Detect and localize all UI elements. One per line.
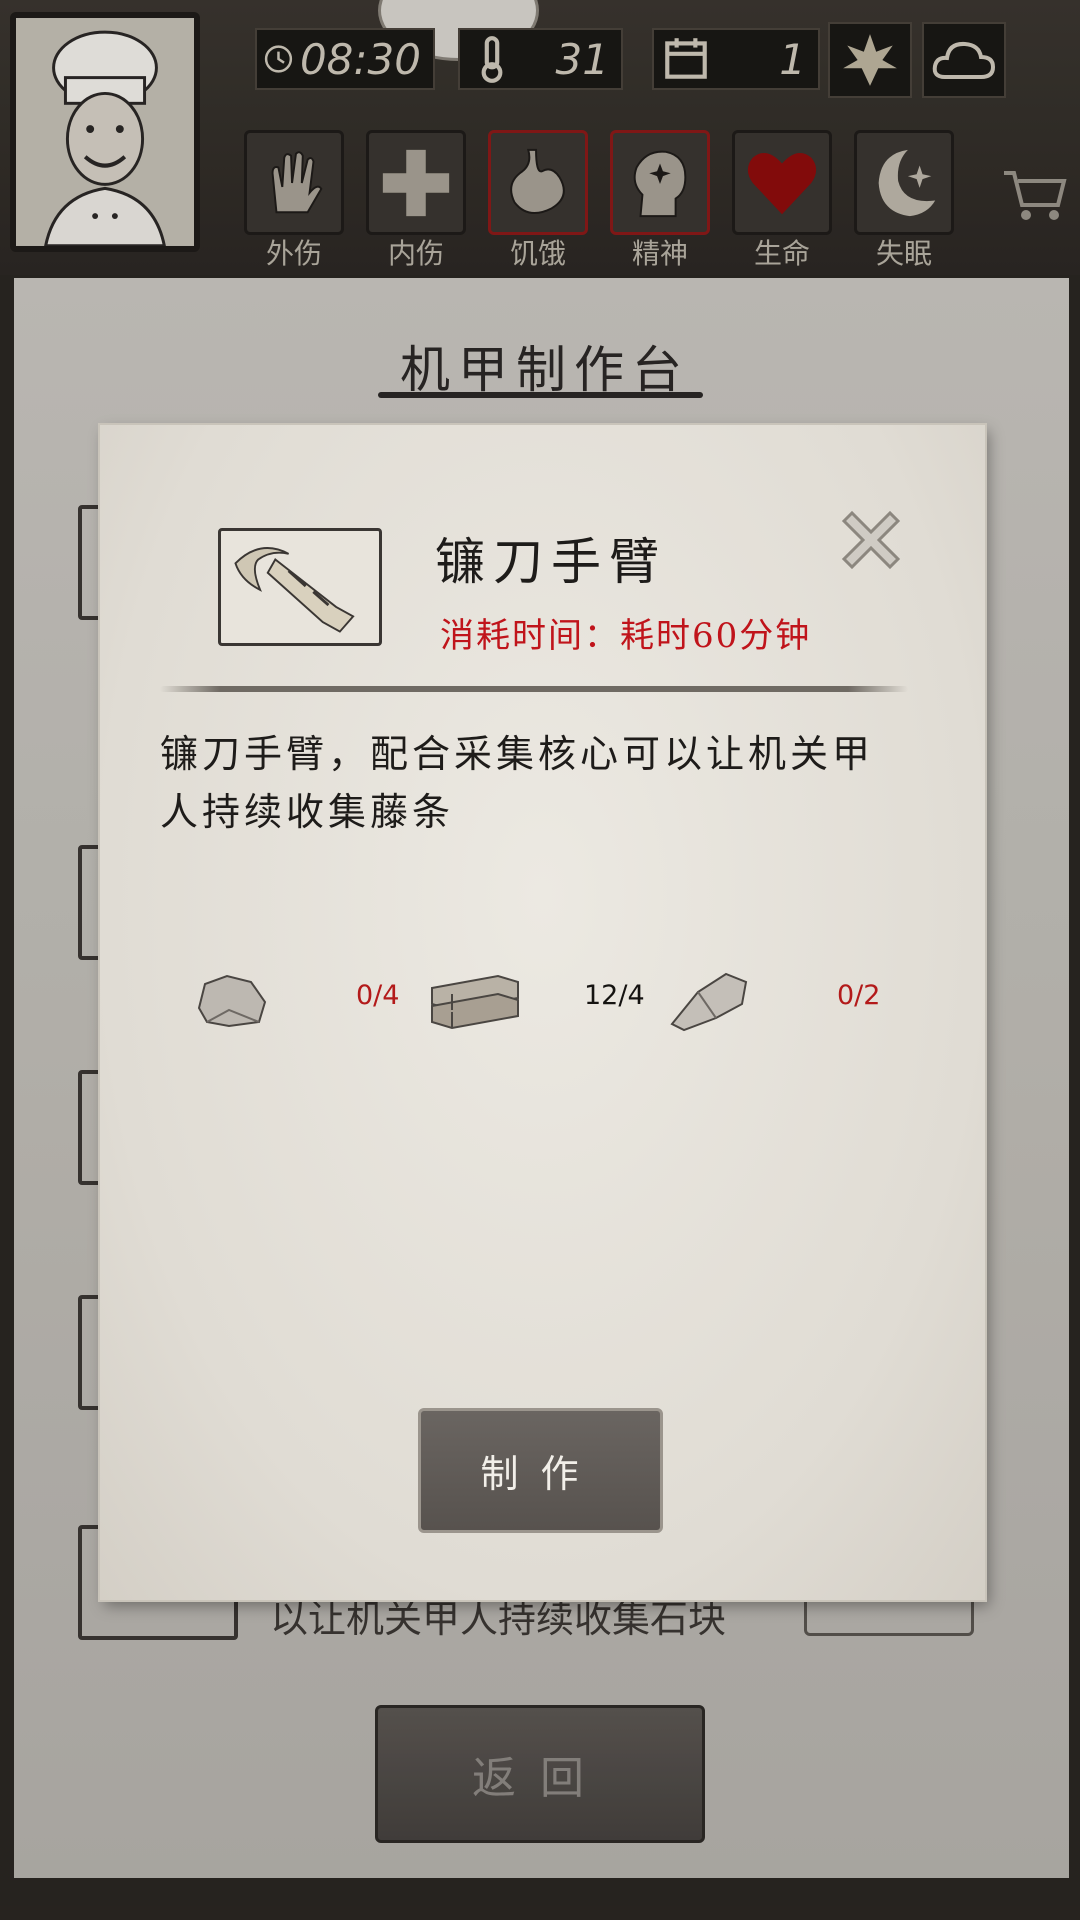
material-count-stone: 0/4	[356, 980, 400, 1011]
material-count-wood: 12/4	[584, 980, 645, 1011]
item-image-frame	[218, 528, 382, 646]
close-icon	[841, 510, 901, 570]
close-button[interactable]	[836, 505, 906, 575]
flint-icon	[670, 972, 748, 1032]
material-count-flint: 0/2	[837, 980, 881, 1011]
stone-icon	[197, 974, 267, 1028]
wood-planks-icon	[431, 974, 519, 1030]
item-name: 镰刀手臂	[435, 533, 667, 591]
item-description: 镰刀手臂，配合采集核心可以让机关甲人持续收集藤条	[160, 732, 875, 834]
craft-time-label: 消耗时间：耗时60分钟	[440, 616, 812, 656]
sickle-arm-icon	[234, 547, 355, 633]
header-divider	[160, 686, 908, 692]
craft-button[interactable]: 制作	[418, 1408, 663, 1533]
